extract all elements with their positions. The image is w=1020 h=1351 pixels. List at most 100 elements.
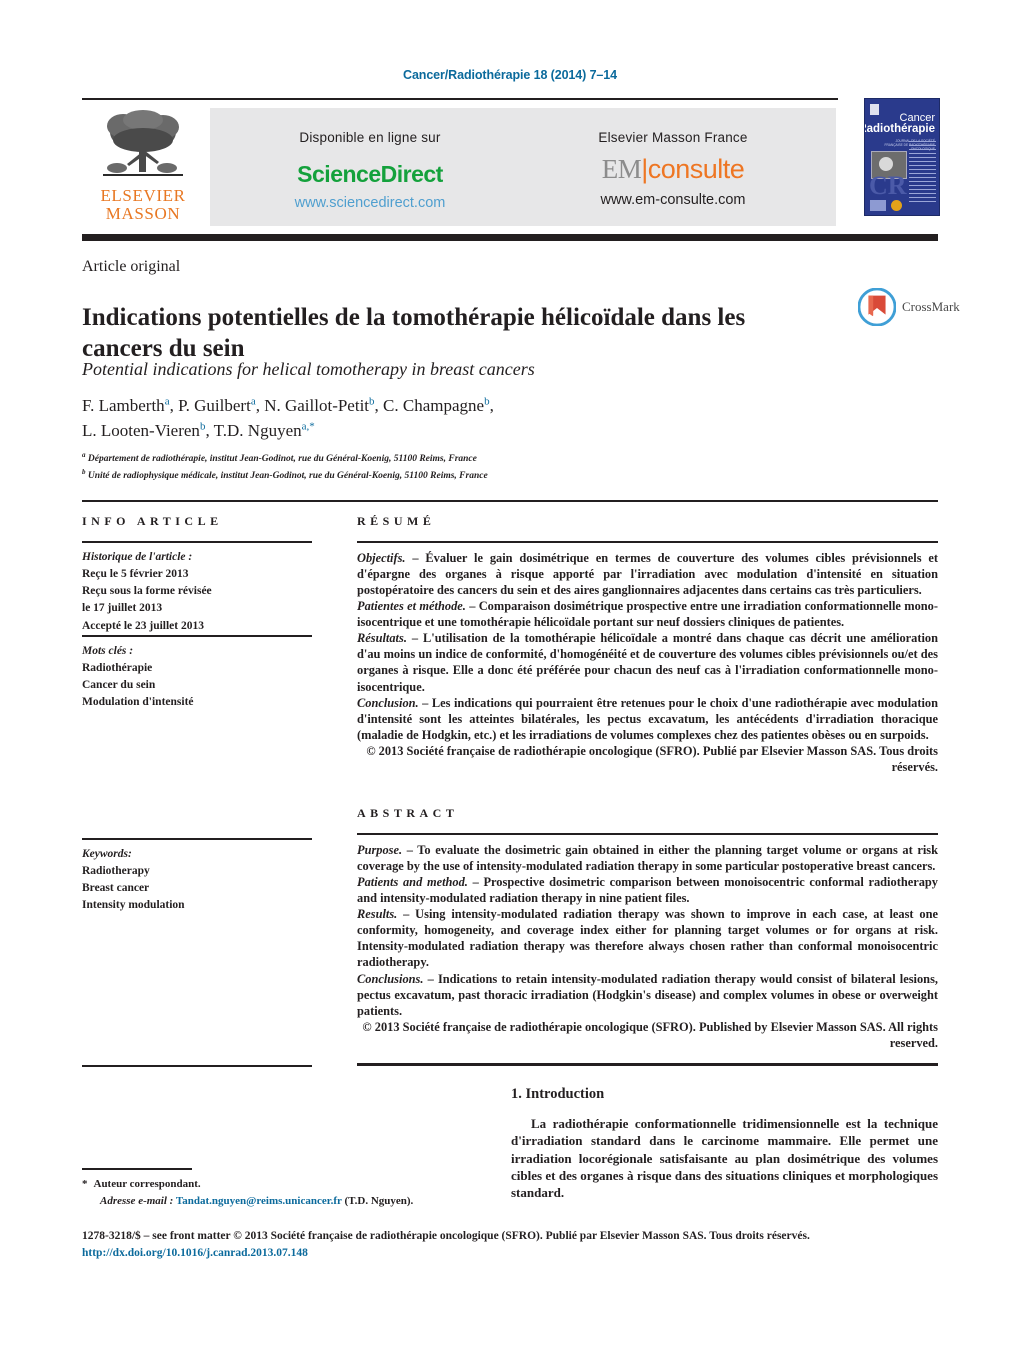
abstract-paragraph: Purpose. – To evaluate the dosimetric ga… bbox=[357, 842, 938, 874]
resume-paragraph: Résultats. – L'utilisation de la tomothé… bbox=[357, 630, 938, 695]
footnote-text: Auteur correspondant. bbox=[93, 1178, 201, 1190]
em-consulte-em-text: EM bbox=[601, 154, 642, 184]
abstract-copyright: © 2013 Société française de radiothérapi… bbox=[362, 1019, 938, 1050]
affiliation-item: a Département de radiothérapie, institut… bbox=[82, 450, 782, 467]
resume-column: Objectifs. – Évaluer le gain dosimétriqu… bbox=[357, 541, 938, 775]
keywords-fr: Mots clés : Radiothérapie Cancer du sein… bbox=[82, 643, 312, 712]
resume-text: – L'utilisation de la tomothérapie hélic… bbox=[357, 631, 938, 694]
introduction-paragraph: La radiothérapie conformationnelle tridi… bbox=[511, 1116, 938, 1201]
footnote-rule bbox=[82, 1168, 192, 1170]
author-name: F. Lamberth bbox=[82, 396, 165, 415]
page-title: Indications potentielles de la tomothéra… bbox=[82, 303, 746, 362]
affiliation-text: Département de radiothérapie, institut J… bbox=[87, 454, 477, 465]
crossmark-badge[interactable]: CrossMark bbox=[858, 288, 963, 328]
footnote-email-label: Adresse e-mail : bbox=[100, 1194, 174, 1207]
keywords-en-title: Keywords: bbox=[82, 847, 132, 860]
abstract-paragraph: Results. – Using intensity-modulated rad… bbox=[357, 906, 938, 971]
footnote-line2: Adresse e-mail : Tandat.nguyen@reims.uni… bbox=[82, 1193, 502, 1210]
keyword-item: Radiothérapie bbox=[82, 661, 153, 674]
abstract-rule bbox=[357, 833, 938, 835]
history-item: Reçu sous la forme révisée bbox=[82, 585, 212, 597]
resume-rule bbox=[357, 541, 938, 543]
resume-paragraph: Patientes et méthode. – Comparaison dosi… bbox=[357, 598, 938, 630]
cover-text-lines bbox=[909, 141, 936, 205]
resume-lead: Résultats. bbox=[357, 631, 407, 646]
masthead-black-bar bbox=[82, 234, 938, 241]
abstract-lead: Purpose. bbox=[357, 842, 403, 857]
cover-monogram: CR bbox=[869, 171, 907, 200]
abstract-band-top-rule bbox=[82, 500, 938, 502]
journal-article-page: Cancer/Radiothérapie 18 (2014) 7–14 ELSE… bbox=[0, 0, 1020, 1351]
abstract-paragraph: Conclusions. – Indications to retain int… bbox=[357, 971, 938, 1019]
abstract-paragraph: Patients and method. – Prospective dosim… bbox=[357, 874, 938, 906]
abstract-column: Purpose. – To evaluate the dosimetric ga… bbox=[357, 833, 938, 1051]
cover-seal-icon bbox=[891, 200, 902, 211]
crossmark-label: CrossMark bbox=[902, 299, 960, 314]
masthead: ELSEVIER MASSON Disponible en ligne sur … bbox=[82, 98, 940, 228]
introduction-section: 1. Introduction La radiothérapie conform… bbox=[511, 1086, 938, 1201]
footnote-line1: * Auteur correspondant. bbox=[82, 1176, 502, 1193]
keywords-en-rule bbox=[82, 838, 312, 840]
affiliations: a Département de radiothérapie, institut… bbox=[82, 450, 782, 484]
sciencedirect-url[interactable]: www.sciencedirect.com bbox=[220, 195, 520, 211]
resume-copyright: © 2013 Société française de radiothérapi… bbox=[366, 744, 938, 775]
footnote-star: * bbox=[82, 1178, 88, 1190]
running-head: Cancer/Radiothérapie 18 (2014) 7–14 bbox=[403, 68, 617, 82]
doi-link[interactable]: http://dx.doi.org/10.1016/j.canrad.2013.… bbox=[82, 1245, 962, 1262]
resume-paragraph: Conclusion. – Les indications qui pourra… bbox=[357, 695, 938, 743]
sciencedirect-caption: Disponible en ligne sur bbox=[299, 130, 441, 145]
abstract-lead: Patients and method. bbox=[357, 874, 468, 889]
footnote-email-link[interactable]: Tandat.nguyen@reims.unicancer.fr bbox=[176, 1195, 342, 1207]
em-consulte-url[interactable]: www.em-consulte.com bbox=[520, 192, 826, 208]
history-item: le 17 juillet 2013 bbox=[82, 602, 163, 615]
abstract-lead: Conclusions. bbox=[357, 971, 424, 986]
journal-cover-thumbnail: Cancer Radiothérapie JOURNAL DE LA SOCIÉ… bbox=[864, 98, 940, 216]
history-rule bbox=[82, 541, 312, 543]
introduction-heading: 1. Introduction bbox=[511, 1086, 605, 1102]
resume-body: Objectifs. – Évaluer le gain dosimétriqu… bbox=[357, 550, 938, 776]
masthead-grey-band: Disponible en ligne sur ScienceDirect ww… bbox=[210, 108, 836, 226]
imprint-block: 1278-3218/$ – see front matter © 2013 So… bbox=[82, 1228, 962, 1263]
keyword-item: Intensity modulation bbox=[82, 899, 185, 912]
affiliation-item: b Unité de radiophysique médicale, insti… bbox=[82, 467, 782, 484]
author-affil-mark[interactable]: b bbox=[369, 395, 375, 407]
affiliation-text: Unité de radiophysique médicale, institu… bbox=[87, 471, 488, 482]
keywords-fr-rule bbox=[82, 635, 312, 637]
elsevier-wordmark-line2: MASSON bbox=[105, 204, 181, 223]
resume-text: – Les indications qui pourraient être re… bbox=[357, 695, 938, 742]
em-consulte-word: consulte bbox=[647, 154, 745, 184]
author-affil-mark[interactable]: b bbox=[484, 395, 490, 407]
keywords-en-column: Keywords: Radiotherapy Breast cancer Int… bbox=[82, 838, 312, 915]
author-affil-mark[interactable]: b bbox=[200, 420, 206, 432]
resume-lead: Conclusion. bbox=[357, 695, 419, 710]
body-rule-right bbox=[357, 1063, 938, 1066]
elsevier-wordmark-line1: ELSEVIER bbox=[100, 186, 186, 205]
crossmark-icon bbox=[858, 288, 896, 326]
em-consulte-logo: EM|consulte bbox=[520, 156, 826, 183]
em-consulte-block: Elsevier Masson France EM|consulte www.e… bbox=[520, 130, 826, 208]
author-affil-mark[interactable]: a bbox=[165, 395, 170, 407]
keyword-item: Cancer du sein bbox=[82, 679, 156, 691]
author-name: P. Guilbert bbox=[178, 396, 251, 415]
abstract-text: – Using intensity-modulated radiation th… bbox=[357, 907, 938, 970]
author-name: T.D. Nguyen bbox=[213, 420, 302, 440]
info-article-column: Historique de l'article : Reçu le 5 févr… bbox=[82, 541, 312, 635]
abstract-text: – Indications to retain intensity-modula… bbox=[357, 971, 938, 1018]
author-affil-mark[interactable]: a bbox=[251, 395, 256, 407]
keywords-fr-column: Mots clés : Radiothérapie Cancer du sein… bbox=[82, 635, 312, 712]
history-item: Reçu le 5 février 2013 bbox=[82, 567, 189, 580]
article-type: Article original bbox=[82, 258, 181, 275]
footnote-email-suffix: (T.D. Nguyen). bbox=[344, 1194, 414, 1207]
corresponding-author-footnote: * Auteur correspondant. Adresse e-mail : … bbox=[82, 1176, 502, 1209]
abstract-body: Purpose. – To evaluate the dosimetric ga… bbox=[357, 842, 938, 1052]
info-article-heading: INFO ARTICLE bbox=[82, 514, 223, 528]
keyword-item: Radiotherapy bbox=[82, 864, 150, 877]
article-history: Historique de l'article : Reçu le 5 févr… bbox=[82, 549, 312, 635]
masthead-top-rule bbox=[82, 98, 838, 100]
resume-lead: Objectifs. bbox=[357, 550, 406, 565]
body-rule-left bbox=[82, 1065, 312, 1067]
imprint-line: 1278-3218/$ – see front matter © 2013 So… bbox=[82, 1230, 810, 1242]
author-name: N. Gaillot-Petit bbox=[264, 396, 370, 415]
author-affil-mark[interactable]: a,* bbox=[302, 420, 315, 432]
affiliation-mark: a bbox=[82, 451, 86, 459]
